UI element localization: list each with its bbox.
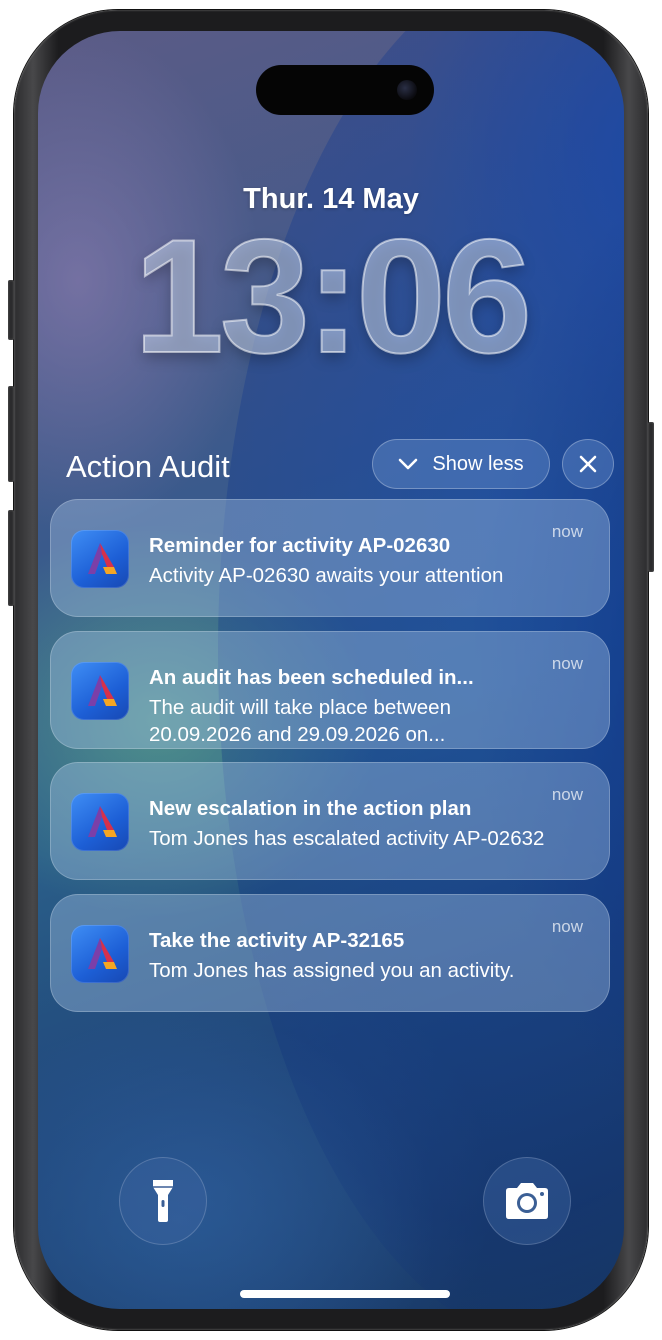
notification-title: An audit has been scheduled in...: [149, 666, 474, 689]
notification-body: The audit will take place between 20.09.…: [149, 696, 451, 746]
notification-card[interactable]: Reminder for activity AP-02630 Activity …: [50, 499, 610, 617]
show-less-label: Show less: [432, 452, 524, 475]
notification-group-header: Action Audit Show less: [66, 439, 624, 499]
volume-up-button[interactable]: [8, 386, 14, 482]
camera-icon: [506, 1183, 548, 1219]
notification-body: Tom Jones has assigned you an activity.: [149, 959, 515, 982]
front-camera-icon: [397, 80, 417, 100]
notification-time: now: [551, 917, 583, 936]
notification-group-title: Action Audit: [66, 449, 230, 484]
notification-time: now: [551, 785, 583, 804]
notification-time: now: [551, 522, 583, 541]
home-indicator[interactable]: [240, 1290, 450, 1298]
dynamic-island: [256, 65, 434, 115]
notification-body: Tom Jones has escalated activity AP-0263…: [149, 827, 545, 850]
volume-down-button[interactable]: [8, 510, 14, 606]
notification-title: New escalation in the action plan: [149, 797, 472, 820]
action-audit-app-icon: [71, 662, 129, 720]
chevron-down-icon: [399, 458, 418, 470]
clear-notifications-button[interactable]: [562, 439, 614, 489]
notification-title: Reminder for activity AP-02630: [149, 534, 451, 557]
lock-screen: Thur. 14 May 13:06 Action Audit Show les…: [38, 31, 624, 1309]
lockscreen-clock: 13:06: [133, 206, 533, 388]
notification-time: now: [551, 654, 583, 673]
action-audit-app-icon: [71, 793, 129, 851]
notification-card[interactable]: An audit has been scheduled in... The au…: [50, 631, 610, 749]
power-button[interactable]: [648, 422, 654, 572]
action-button[interactable]: [8, 280, 14, 340]
notification-card[interactable]: New escalation in the action plan Tom Jo…: [50, 762, 610, 880]
show-less-button[interactable]: Show less: [372, 439, 550, 489]
notification-title: Take the activity AP-32165: [149, 929, 405, 952]
flashlight-icon: [153, 1180, 173, 1222]
action-audit-app-icon: [71, 530, 129, 588]
notification-body: Activity AP-02630 awaits your attention: [149, 564, 504, 587]
camera-button[interactable]: [483, 1157, 571, 1245]
notification-card[interactable]: Take the activity AP-32165 Tom Jones has…: [50, 894, 610, 1012]
phone-frame: Thur. 14 May 13:06 Action Audit Show les…: [8, 10, 654, 1330]
close-icon: [579, 455, 597, 473]
flashlight-button[interactable]: [119, 1157, 207, 1245]
action-audit-app-icon: [71, 925, 129, 983]
